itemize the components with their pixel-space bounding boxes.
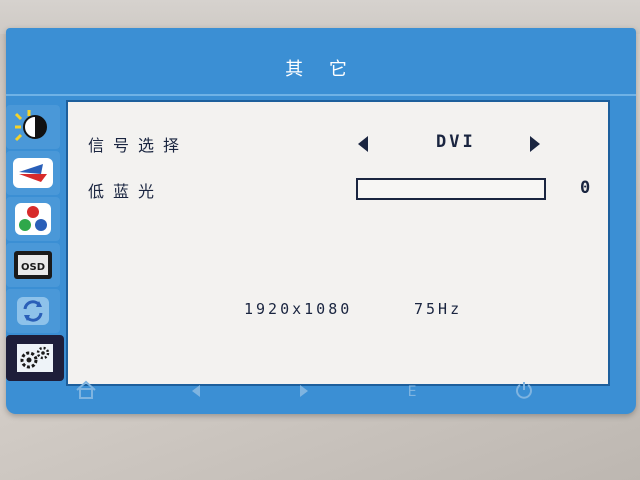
tab-osd[interactable]: OSD: [6, 243, 60, 287]
home-button[interactable]: [64, 374, 108, 410]
osd-icon-label: OSD: [21, 262, 45, 273]
resolution-text: 1920x1080: [244, 300, 353, 318]
low-blue-light-slider[interactable]: [356, 178, 546, 200]
home-icon: [75, 380, 97, 404]
reset-icon: [15, 295, 51, 327]
osd-menu: 其 它 OSD 信号选择 DVI 低蓝光 0 1920x1080 75Hz E: [6, 28, 636, 414]
refresh-rate-text: 75Hz: [414, 300, 463, 318]
enter-button[interactable]: E: [390, 374, 434, 410]
color-icon: [13, 201, 53, 237]
left-arrow-icon: [190, 383, 202, 402]
left-button[interactable]: [174, 374, 218, 410]
enter-icon: E: [407, 384, 417, 400]
image-icon: [11, 156, 55, 190]
right-arrow-icon: [298, 383, 310, 402]
right-button[interactable]: [282, 374, 326, 410]
menu-title: 其 它: [285, 59, 357, 80]
low-blue-light-label: 低蓝光: [88, 182, 164, 201]
osd-icon: OSD: [12, 249, 54, 281]
tab-image[interactable]: [6, 151, 60, 195]
content-panel: 信号选择 DVI 低蓝光 0 1920x1080 75Hz: [66, 100, 610, 386]
button-hint-bar: E: [44, 374, 584, 414]
title-divider: [6, 94, 636, 96]
low-blue-light-value: 0: [580, 178, 594, 198]
tab-brightness[interactable]: [6, 105, 60, 149]
power-button[interactable]: [502, 374, 546, 410]
power-icon: [514, 380, 534, 404]
signal-prev-arrow[interactable]: [358, 136, 368, 152]
brightness-icon: [13, 110, 53, 144]
tab-column: OSD: [6, 105, 68, 383]
signal-value[interactable]: DVI: [436, 132, 476, 152]
settings-icon: [15, 342, 55, 374]
signal-select-label: 信号选择: [88, 136, 189, 155]
tab-color[interactable]: [6, 197, 60, 241]
signal-next-arrow[interactable]: [530, 136, 540, 152]
tab-reset[interactable]: [6, 289, 60, 333]
